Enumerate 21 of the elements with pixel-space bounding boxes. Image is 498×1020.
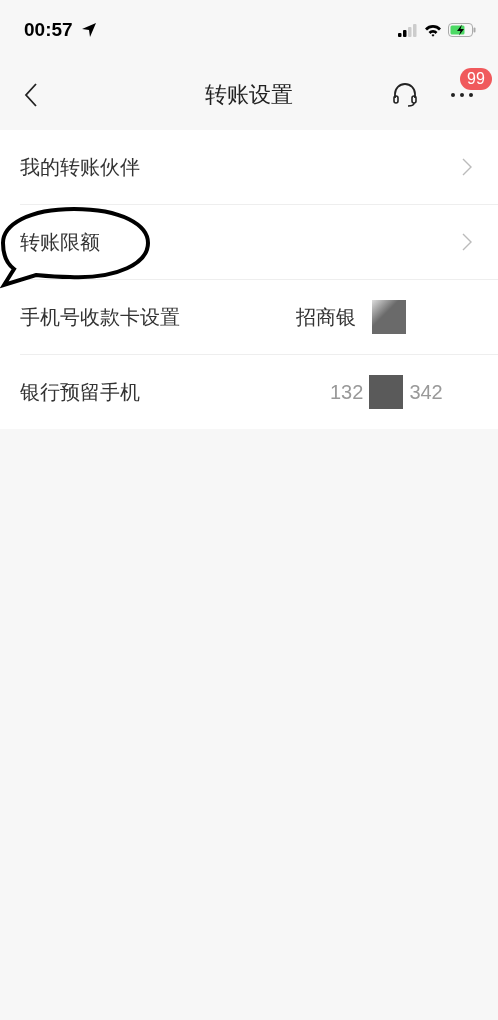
chevron-right-icon: [462, 233, 472, 251]
battery-charging-icon: [448, 23, 476, 37]
phone-prefix: 132: [330, 380, 364, 404]
location-arrow-icon: [80, 22, 97, 38]
signal-icon: [398, 23, 418, 37]
row-label[interactable]: 我的转账伙伴: [20, 153, 140, 181]
back-icon[interactable]: [24, 83, 38, 107]
row-label[interactable]: 转账限额: [20, 228, 100, 256]
headset-icon[interactable]: [392, 82, 418, 108]
row-label[interactable]: 银行预留手机: [20, 378, 140, 406]
redaction-block: [372, 300, 406, 334]
notification-badge: 99: [460, 68, 492, 90]
phone-suffix: 342: [409, 380, 443, 404]
redaction-block: [369, 375, 404, 409]
wifi-icon: [424, 23, 442, 37]
page-title: 转账设置: [205, 81, 293, 109]
bank-name: 招商银: [296, 303, 356, 331]
row-label[interactable]: 手机号收款卡设置: [20, 303, 180, 331]
chevron-right-icon: [462, 158, 472, 176]
status-time: 00:57: [24, 19, 73, 41]
more-icon[interactable]: [450, 92, 474, 98]
